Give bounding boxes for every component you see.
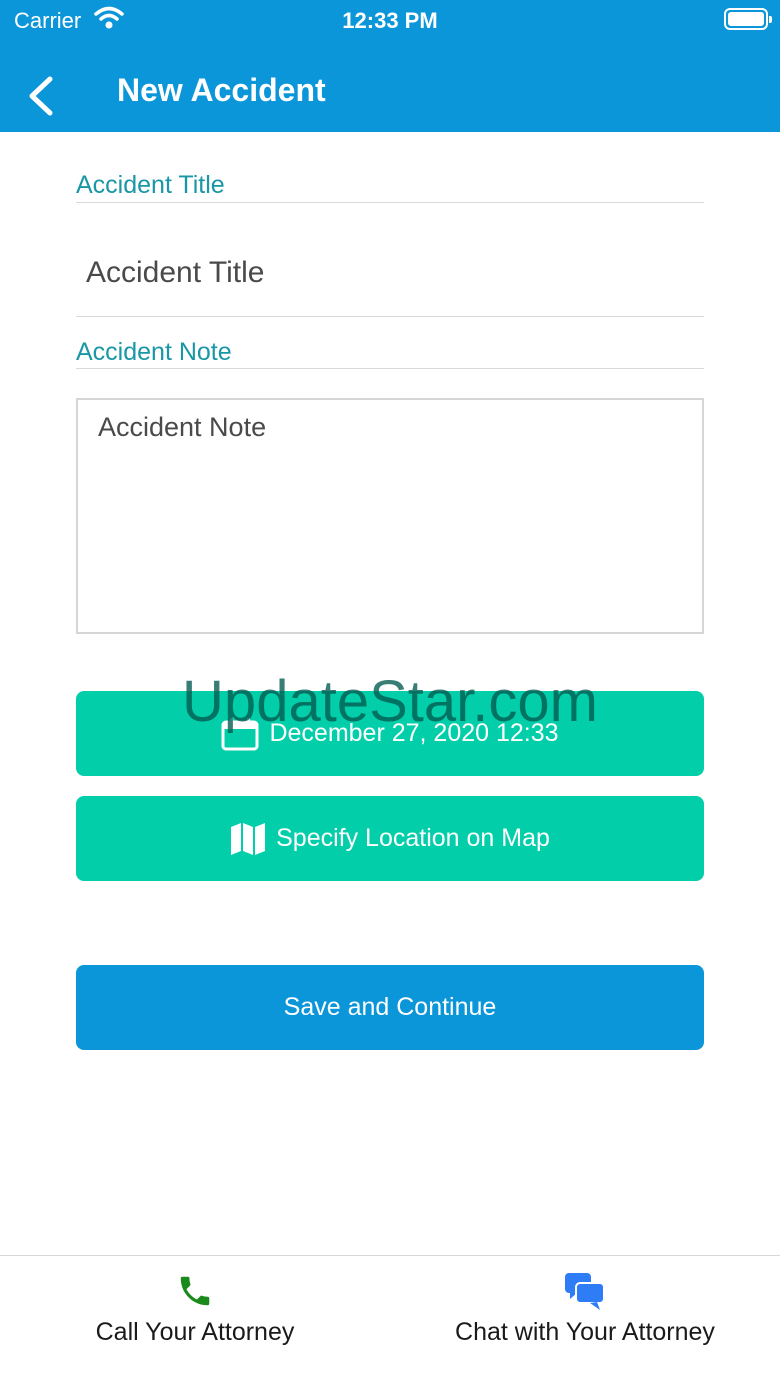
specify-location-button[interactable]: Specify Location on Map [76,796,704,881]
accident-title-label: Accident Title [76,171,225,199]
date-picker-button[interactable]: December 27, 2020 12:33 [76,691,704,776]
tab-call-label: Call Your Attorney [95,1318,295,1346]
title-input-divider [76,316,704,317]
chevron-left-icon [29,76,53,116]
back-button[interactable] [20,70,64,122]
chat-bubbles-icon [390,1272,780,1312]
app-header: Carrier 12:33 PM New Accident [0,0,780,132]
calendar-icon [221,717,259,751]
map-icon [230,822,266,856]
save-button-label: Save and Continue [283,993,497,1021]
bottom-tab-bar: Call Your Attorney Chat with Your Attorn… [0,1255,780,1387]
accident-note-label: Accident Note [76,338,232,366]
date-button-label: December 27, 2020 12:33 [269,719,559,747]
status-bar: Carrier 12:33 PM [0,0,780,40]
phone-icon [0,1272,390,1310]
status-time: 12:33 PM [342,8,438,33]
battery-icon [724,8,772,30]
tab-chat-attorney[interactable]: Chat with Your Attorney [390,1256,780,1387]
tab-chat-label: Chat with Your Attorney [455,1318,715,1346]
title-label-divider [76,202,704,203]
save-continue-button[interactable]: Save and Continue [76,965,704,1050]
note-label-divider [76,368,704,369]
tab-call-attorney[interactable]: Call Your Attorney [0,1256,390,1387]
page-title: New Accident [117,72,326,108]
accident-note-input[interactable] [76,398,704,634]
location-button-label: Specify Location on Map [276,824,550,852]
accident-title-input[interactable] [76,240,704,306]
